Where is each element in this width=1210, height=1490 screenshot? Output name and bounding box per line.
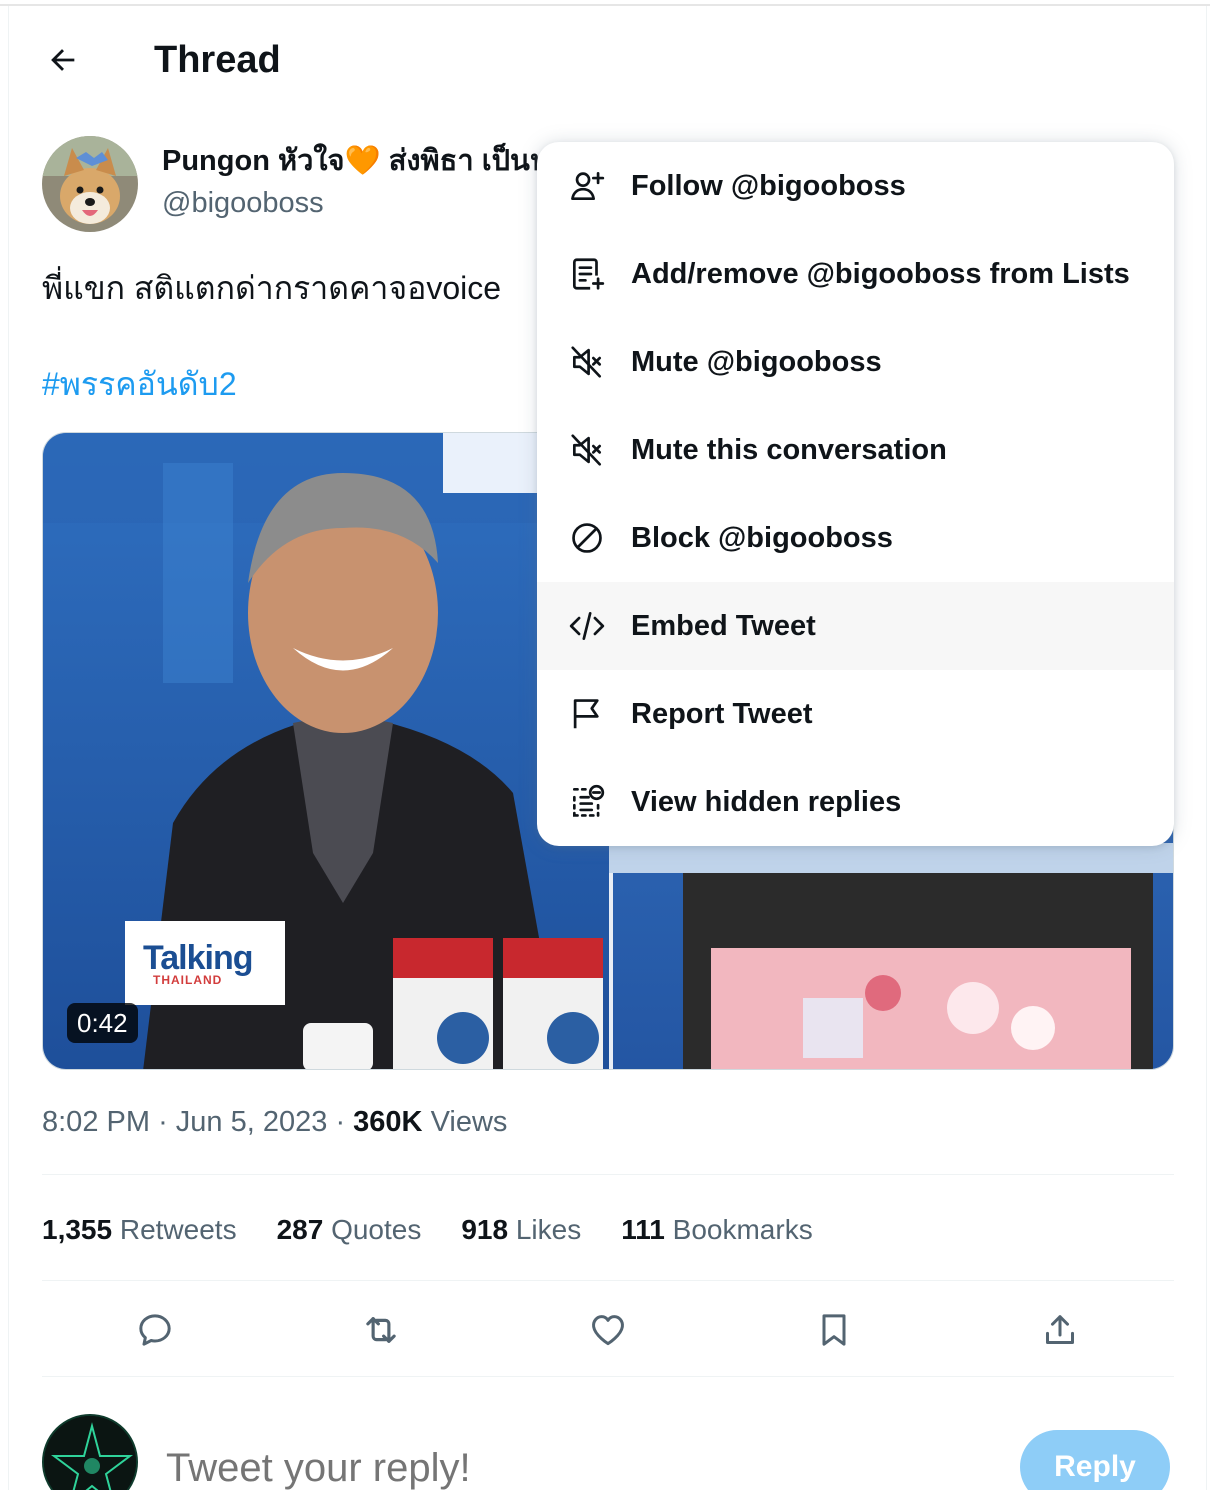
star-avatar-image [44, 1416, 136, 1490]
arrow-left-icon [51, 49, 75, 71]
mute-conversation-icon [567, 430, 607, 470]
retweets-stat[interactable]: 1,355 Retweets [42, 1208, 237, 1252]
tweet-thread-page: Thread Pungon หัวใจ🧡 ส่งพิธา เป็นนายกฯ @… [0, 0, 1210, 1490]
retweets-label: Retweets [119, 1214, 237, 1245]
menu-item-lists[interactable]: Add/remove @bigooboss from Lists [537, 230, 1174, 318]
talking-thailand-logo-sub: THAILAND [153, 973, 223, 987]
column-border-left [8, 6, 9, 1490]
embed-code-icon [567, 606, 607, 646]
reply-submit-button[interactable]: Reply [1020, 1430, 1170, 1490]
list-add-icon [567, 254, 607, 294]
menu-item-hidden-replies[interactable]: View hidden replies [537, 758, 1174, 846]
retweet-icon [366, 1317, 396, 1343]
back-button[interactable] [36, 38, 90, 82]
tweet-date[interactable]: Jun 5, 2023 [176, 1106, 328, 1138]
views-count: 360K [353, 1106, 423, 1138]
heart-icon [592, 1315, 624, 1346]
browser-top-border [0, 4, 1210, 6]
tweet-more-menu: Follow @bigooboss Add/remove @bigooboss … [537, 142, 1174, 846]
menu-item-label: Embed Tweet [631, 610, 816, 642]
hashtag-link[interactable]: #พรรคอันดับ2 [42, 362, 237, 406]
menu-item-label: Report Tweet [631, 698, 813, 730]
quotes-label: Quotes [331, 1214, 422, 1245]
hidden-replies-icon [567, 782, 607, 822]
author-handle[interactable]: @bigooboss [162, 184, 324, 222]
mute-icon [567, 342, 607, 382]
tweet-timestamp-views: 8:02 PM · Jun 5, 2023 · 360K Views [42, 1102, 507, 1142]
follow-user-icon [567, 166, 607, 206]
reply-input[interactable] [166, 1440, 966, 1490]
column-border-right [1206, 6, 1207, 1490]
bookmarks-count: 111 [621, 1214, 665, 1245]
block-icon [567, 518, 607, 558]
reply-icon [139, 1314, 171, 1346]
menu-item-embed[interactable]: Embed Tweet [537, 582, 1174, 670]
author-avatar[interactable] [42, 136, 138, 232]
menu-item-label: View hidden replies [631, 786, 902, 818]
author-display-name[interactable]: Pungon หัวใจ🧡 ส่งพิธา เป็นนายกฯ [162, 142, 542, 180]
dog-avatar-image [42, 136, 138, 232]
current-user-avatar[interactable] [42, 1414, 138, 1490]
bookmarks-stat[interactable]: 111 Bookmarks [621, 1208, 812, 1252]
tweet-stats: 1,355 Retweets 287 Quotes 918 Likes 111 … [42, 1208, 813, 1252]
menu-item-label: Mute @bigooboss [631, 346, 882, 378]
menu-item-mute-user[interactable]: Mute @bigooboss [537, 318, 1174, 406]
like-button[interactable] [576, 1298, 640, 1362]
menu-item-report[interactable]: Report Tweet [537, 670, 1174, 758]
tweet-time[interactable]: 8:02 PM [42, 1106, 150, 1138]
thread-header: Thread [0, 20, 1210, 100]
video-duration-badge: 0:42 [67, 1003, 138, 1043]
menu-item-mute-conversation[interactable]: Mute this conversation [537, 406, 1174, 494]
meta-separator: · [335, 1106, 346, 1138]
reply-button[interactable] [123, 1298, 187, 1362]
divider [42, 1376, 1174, 1377]
menu-item-label: Follow @bigooboss [631, 170, 906, 202]
menu-item-label: Mute this conversation [631, 434, 947, 466]
divider [42, 1280, 1174, 1281]
bookmarks-label: Bookmarks [672, 1214, 813, 1245]
menu-item-label: Block @bigooboss [631, 522, 893, 554]
share-upload-icon [1046, 1315, 1074, 1344]
retweet-button[interactable] [349, 1298, 413, 1362]
quotes-count: 287 [276, 1214, 324, 1245]
meta-separator: · [158, 1106, 168, 1138]
retweets-count: 1,355 [42, 1214, 113, 1245]
divider [42, 1174, 1174, 1175]
bookmark-button[interactable] [802, 1298, 866, 1362]
tweet-action-bar [42, 1290, 1174, 1370]
page-title: Thread [154, 39, 281, 81]
quotes-stat[interactable]: 287 Quotes [277, 1208, 422, 1252]
likes-label: Likes [515, 1214, 582, 1245]
views-label: Views [430, 1106, 508, 1138]
likes-stat[interactable]: 918 Likes [461, 1208, 581, 1252]
flag-icon [567, 694, 607, 734]
bookmark-icon [822, 1314, 846, 1346]
menu-item-follow[interactable]: Follow @bigooboss [537, 142, 1174, 230]
tweet-text: พี่แขก สติแตกด่ากราดคาจอvoice [42, 270, 502, 306]
menu-item-label: Add/remove @bigooboss from Lists [631, 258, 1130, 290]
share-button[interactable] [1028, 1298, 1092, 1362]
menu-item-block[interactable]: Block @bigooboss [537, 494, 1174, 582]
likes-count: 918 [461, 1214, 509, 1245]
